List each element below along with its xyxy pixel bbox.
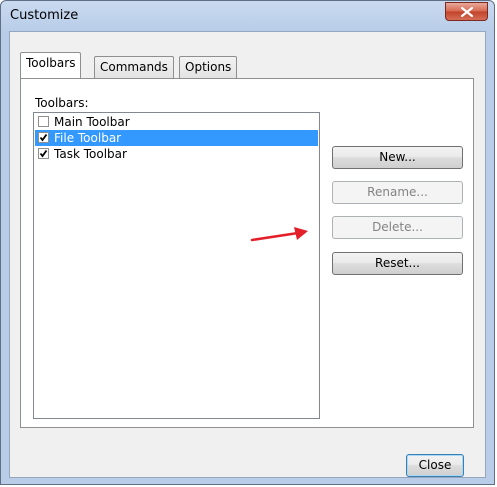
toolbars-tab-panel: Toolbars: Main Toolbar File Toolbar Task… [20,78,474,428]
toolbar-item-task[interactable]: Task Toolbar [35,146,318,162]
toolbar-item-main[interactable]: Main Toolbar [35,114,318,130]
tab-commands-label: Commands [100,60,168,74]
toolbar-item-label: Task Toolbar [54,147,127,161]
reset-button[interactable]: Reset... [332,252,463,275]
checkmark-icon [39,149,48,158]
dialog-client-area: Toolbars Commands Options Toolbars: Main… [9,31,486,478]
file-toolbar-checkbox[interactable] [38,132,49,143]
task-toolbar-checkbox[interactable] [38,148,49,159]
tab-toolbars[interactable]: Toolbars [20,52,82,78]
rename-button[interactable]: Rename... [332,181,463,204]
toolbar-item-file[interactable]: File Toolbar [35,130,318,146]
tab-commands[interactable]: Commands [94,56,174,78]
red-arrow-icon [250,227,308,242]
checkmark-icon [39,133,48,142]
toolbar-item-label: Main Toolbar [54,115,130,129]
window-title: Customize [10,8,79,23]
toolbars-list-label: Toolbars: [35,96,89,110]
main-toolbar-checkbox[interactable] [38,116,49,127]
toolbar-item-label: File Toolbar [54,131,122,145]
delete-button[interactable]: Delete... [332,216,463,239]
tab-toolbars-label: Toolbars [26,56,76,70]
close-button[interactable]: Close [406,454,464,477]
close-x-icon [461,7,473,17]
customize-dialog: Customize Toolbars Commands Options Tool… [0,0,495,485]
window-close-button[interactable] [445,2,488,21]
tab-options-label: Options [185,60,232,74]
new-button[interactable]: New... [332,146,463,169]
tab-options[interactable]: Options [179,56,238,78]
toolbars-listbox[interactable]: Main Toolbar File Toolbar Task Toolbar [33,112,320,419]
title-bar[interactable]: Customize [1,1,494,31]
